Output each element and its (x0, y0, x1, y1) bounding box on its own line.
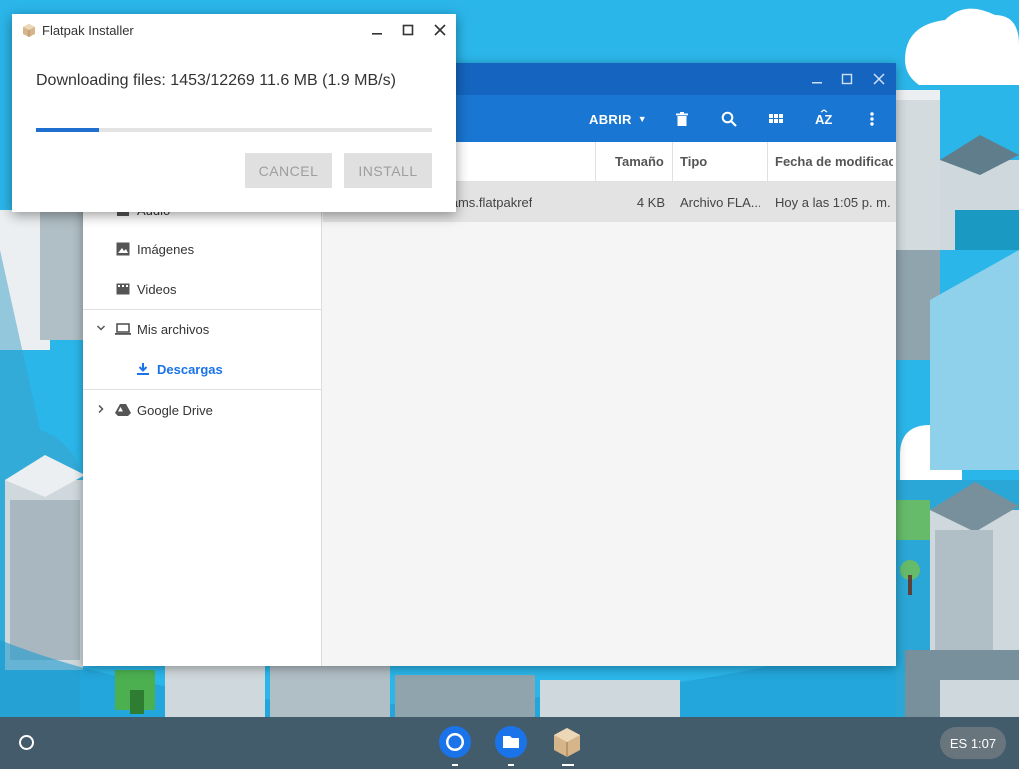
launcher-icon[interactable] (19, 735, 34, 750)
column-header-type[interactable]: Tipo (680, 154, 707, 169)
column-separator[interactable] (595, 142, 596, 182)
sidebar-item-my-files[interactable]: Mis archivos (83, 309, 321, 349)
file-size: 4 KB (636, 195, 665, 210)
close-icon[interactable] (431, 20, 449, 40)
download-icon (135, 361, 151, 377)
video-icon (115, 281, 131, 297)
files-sidebar: Audio Imágenes Videos Mis archivos (83, 142, 322, 666)
sidebar-item-label: Mis archivos (137, 321, 210, 337)
install-button[interactable]: INSTALL (344, 153, 432, 188)
progress-fill (36, 128, 100, 132)
column-header-modified[interactable]: Fecha de modificac (775, 154, 893, 169)
column-separator[interactable] (767, 142, 768, 182)
search-icon[interactable] (717, 107, 741, 131)
file-modified: Hoy a las 1:05 p. m. (775, 195, 891, 210)
column-header-size[interactable]: Tamaño (615, 154, 664, 169)
open-button[interactable]: ABRIR ▼ (583, 107, 653, 131)
maximize-icon[interactable] (399, 20, 417, 40)
google-drive-icon (115, 402, 131, 418)
grid-view-icon[interactable] (764, 107, 788, 131)
column-separator[interactable] (672, 142, 673, 182)
sidebar-item-label: Imágenes (137, 241, 195, 257)
sidebar-item-label: Google Drive (137, 402, 213, 418)
minimize-icon[interactable] (808, 70, 826, 88)
sidebar-item-images[interactable]: Imágenes (83, 229, 321, 269)
sidebar-item-videos[interactable]: Videos (83, 269, 321, 309)
download-status-text: Downloading files: 1453/12269 11.6 MB (1… (36, 72, 396, 89)
file-list: Tamaño Tipo Fecha de modificac Teams.fla… (323, 142, 896, 666)
open-button-label: ABRIR (589, 111, 632, 127)
sidebar-item-google-drive[interactable]: Google Drive (83, 390, 321, 430)
flatpak-installer-dialog: Flatpak Installer Downloading files: 145… (12, 14, 456, 212)
close-icon[interactable] (870, 70, 888, 88)
laptop-icon (115, 321, 131, 337)
maximize-icon[interactable] (838, 70, 856, 88)
sort-az-icon[interactable]: AZ (811, 107, 837, 131)
running-indicator (508, 764, 514, 766)
svg-text:AZ: AZ (815, 112, 832, 127)
dialog-title: Flatpak Installer (42, 23, 134, 38)
sidebar-item-downloads[interactable]: Descargas (83, 349, 321, 389)
file-type: Archivo FLA... (680, 195, 760, 210)
minimize-icon[interactable] (368, 20, 386, 40)
cancel-button[interactable]: CANCEL (245, 153, 332, 188)
sidebar-item-label: Descargas (157, 361, 223, 377)
delete-icon[interactable] (670, 107, 694, 131)
image-icon (115, 241, 131, 257)
chevron-down-icon[interactable] (96, 323, 108, 336)
package-icon (22, 23, 36, 37)
chevron-right-icon[interactable] (96, 404, 108, 417)
sidebar-item-label: Videos (137, 281, 177, 297)
running-indicator (452, 764, 458, 766)
chevron-down-icon: ▼ (637, 114, 647, 124)
flatpak-installer-icon[interactable] (550, 725, 584, 759)
files-app-icon[interactable] (494, 725, 528, 759)
shelf: ES 1:07 (0, 717, 1019, 769)
chrome-icon[interactable] (438, 725, 472, 759)
more-options-icon[interactable] (860, 107, 884, 131)
status-area[interactable]: ES 1:07 (940, 727, 1006, 759)
active-indicator (562, 764, 574, 766)
download-progress-bar (36, 128, 432, 132)
